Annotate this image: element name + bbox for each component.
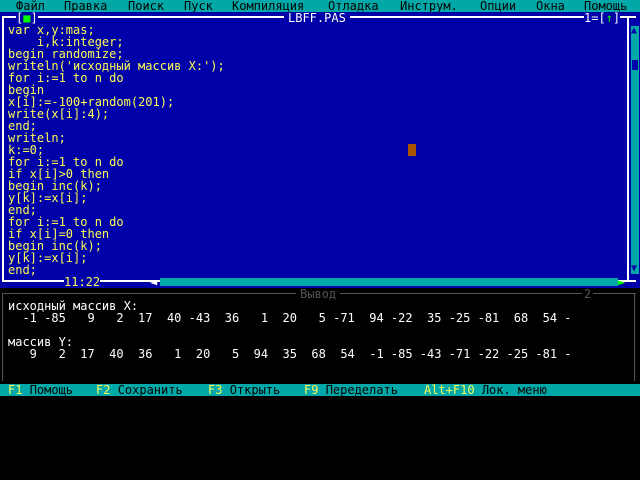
fkey-save[interactable]: F2 Сохранить bbox=[96, 384, 183, 396]
fkey-local-menu[interactable]: Alt+F10 Лок. меню bbox=[424, 384, 547, 396]
menu-run[interactable]: Пуск bbox=[184, 0, 213, 12]
vertical-scroll-thumb[interactable] bbox=[632, 60, 638, 70]
horizontal-scrollbar[interactable] bbox=[160, 278, 618, 286]
menu-tools[interactable]: Инструм. bbox=[400, 0, 458, 12]
fkey-label: Лок. меню bbox=[481, 383, 547, 397]
fkey-key: F1 bbox=[8, 383, 23, 397]
fkey-open[interactable]: F3 Открыть bbox=[208, 384, 280, 396]
output-frame-left bbox=[2, 293, 3, 381]
editor-frame-right bbox=[627, 16, 629, 280]
editor-title: LBFF.PAS bbox=[284, 12, 350, 24]
output-frame-right bbox=[634, 293, 635, 381]
fkey-label: Открыть bbox=[229, 383, 281, 397]
fkey-key: F2 bbox=[96, 383, 111, 397]
menu-search[interactable]: Поиск bbox=[128, 0, 164, 12]
scroll-left-icon[interactable]: ◄ bbox=[150, 276, 157, 288]
fkey-label: Помощь bbox=[29, 383, 74, 397]
text-cursor bbox=[408, 144, 416, 156]
fkey-key: F9 bbox=[304, 383, 319, 397]
menu-edit[interactable]: Правка bbox=[64, 0, 107, 12]
fkey-help[interactable]: F1 Помощь bbox=[8, 384, 73, 396]
scroll-down-icon[interactable]: ▼ bbox=[631, 264, 639, 274]
output-window-number: 2 bbox=[582, 287, 594, 301]
scroll-up-icon[interactable]: ▲ bbox=[631, 26, 639, 36]
window-number: 1 bbox=[584, 11, 592, 25]
fkey-label: Сохранить bbox=[117, 383, 183, 397]
output-line: 9 2 17 40 36 1 20 5 94 35 68 54 -1 -85 -… bbox=[8, 347, 572, 361]
output-title: Вывод bbox=[296, 288, 341, 300]
menu-options[interactable]: Опции bbox=[480, 0, 516, 12]
fkey-make[interactable]: F9 Переделать bbox=[304, 384, 398, 396]
editor-frame-left bbox=[2, 16, 4, 280]
fkey-label: Переделать bbox=[325, 383, 398, 397]
cursor-position: 11:22 bbox=[64, 275, 101, 289]
code-line[interactable]: end; bbox=[8, 264, 37, 276]
fkey-key: F3 bbox=[208, 383, 223, 397]
menu-windows[interactable]: Окна bbox=[536, 0, 565, 12]
fkey-key: Alt+F10 bbox=[424, 383, 475, 397]
zoom-icon[interactable]: ↑ bbox=[606, 11, 613, 25]
output-line: -1 -85 9 2 17 40 -43 36 1 20 5 -71 94 -2… bbox=[8, 311, 572, 325]
scroll-right-icon[interactable]: ► bbox=[618, 276, 625, 288]
window-number-and-zoom[interactable]: 1=[↑] bbox=[584, 11, 621, 25]
